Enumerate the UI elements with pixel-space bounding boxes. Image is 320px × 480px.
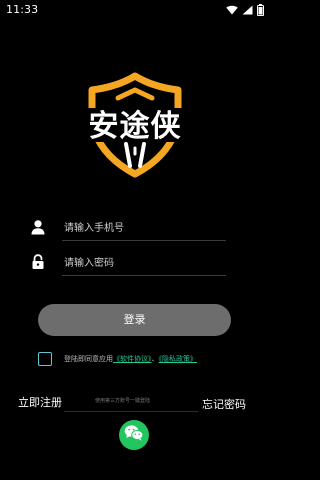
login-button[interactable]: 登录: [38, 304, 231, 336]
agreement-separator: 、: [151, 355, 159, 363]
forgot-password-link[interactable]: 忘记密码: [202, 396, 246, 412]
agreement-prefix: 登陆即同意应用: [64, 355, 113, 363]
wifi-icon: [226, 5, 238, 15]
agreement-text: 登陆即同意应用《软件协议》、《隐私政策》: [64, 354, 197, 364]
phone-underline: [62, 240, 226, 241]
logo-text: 安途侠: [89, 109, 182, 144]
agreement-checkbox[interactable]: [38, 352, 52, 366]
password-input[interactable]: [64, 252, 224, 274]
status-icons: [226, 3, 264, 16]
status-time: 11:33: [6, 3, 39, 16]
wechat-icon: [124, 424, 144, 446]
wechat-login-button[interactable]: [119, 420, 149, 450]
register-link[interactable]: 立即注册: [18, 394, 62, 410]
privacy-policy-link[interactable]: 《隐私政策》: [159, 355, 198, 363]
third-party-divider: [64, 411, 198, 412]
lock-icon: [30, 254, 46, 270]
software-agreement-link[interactable]: 《软件协议》: [113, 355, 152, 363]
third-party-hint: 使用第三方账号一键登陆: [95, 398, 151, 404]
password-field: [28, 252, 226, 276]
user-icon: [30, 219, 46, 235]
phone-input[interactable]: [64, 217, 224, 239]
phone-field: [28, 217, 226, 241]
battery-icon: [257, 3, 264, 16]
signal-icon: [242, 5, 253, 15]
app-logo: 安途侠: [72, 70, 198, 178]
login-screen: 11:33 安途侠 请输入手机号 登录 登陆即同意应用《软件协议》、《隐私政策》…: [0, 0, 270, 480]
password-underline: [62, 275, 226, 276]
status-bar: 11:33: [0, 0, 270, 20]
